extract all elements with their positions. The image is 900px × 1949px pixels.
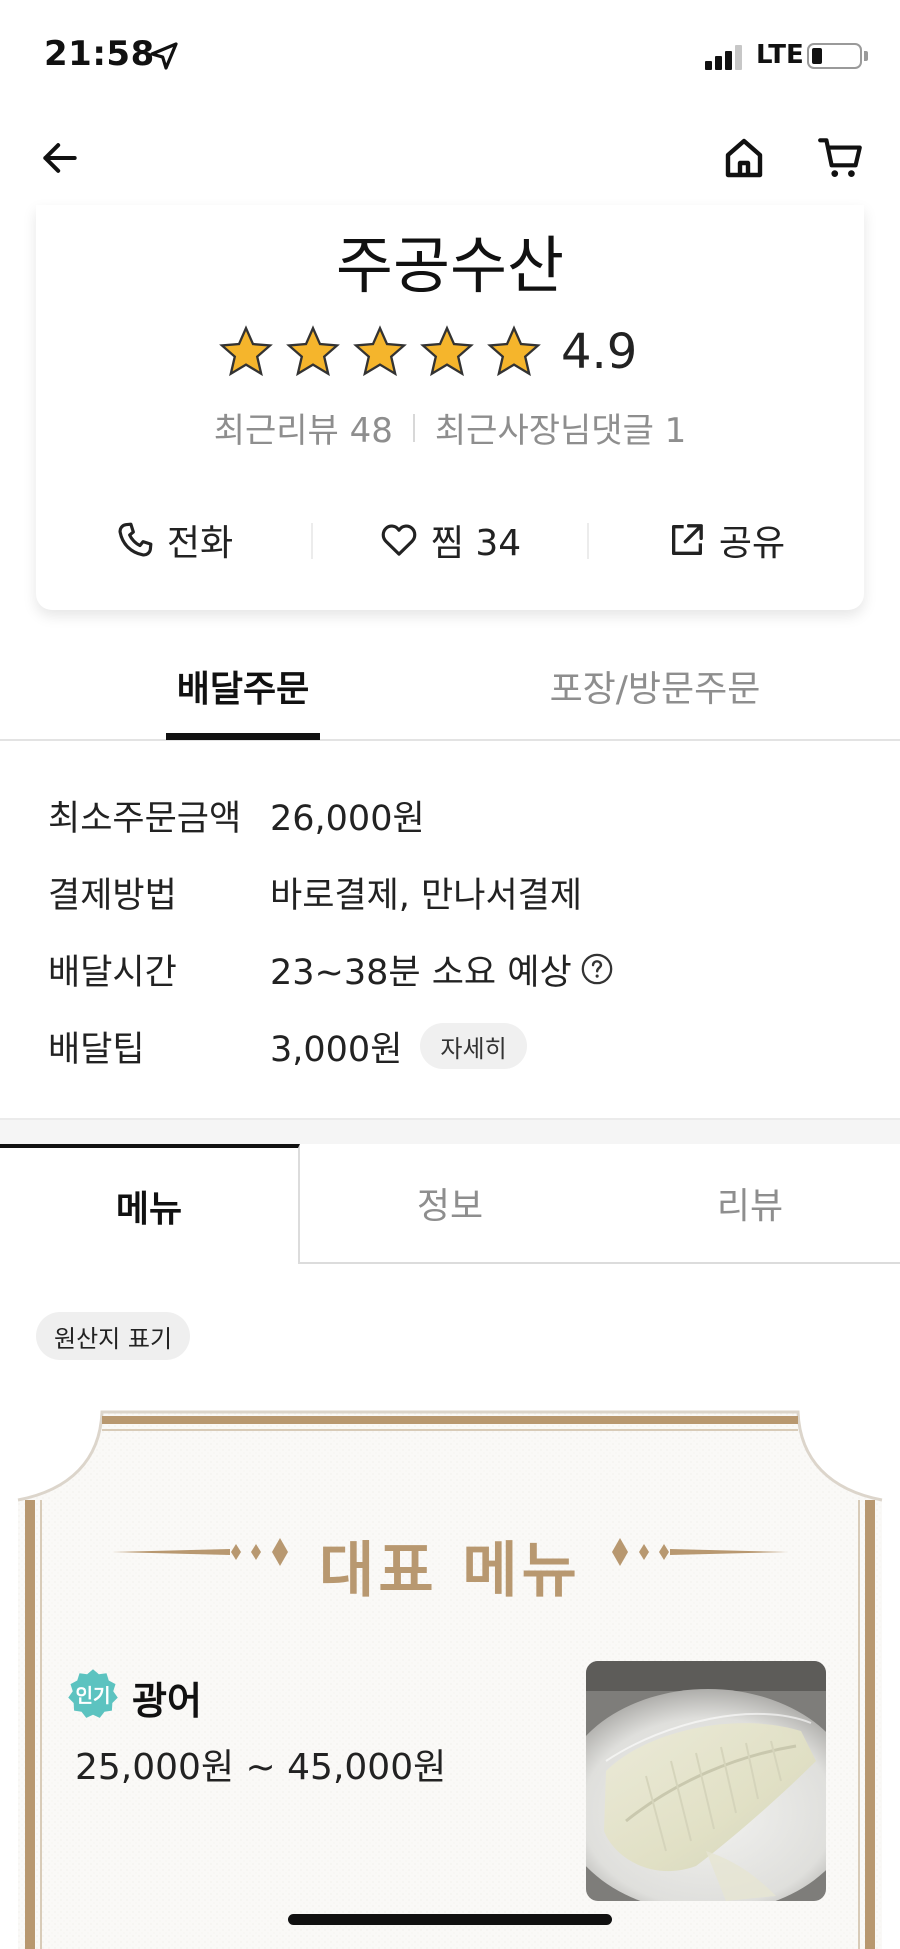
recent-reviews-link[interactable]: 최근리뷰 48: [214, 403, 393, 452]
info-label: 결제방법: [48, 875, 177, 916]
star-icon: [487, 325, 541, 377]
call-label: 전화: [166, 523, 234, 564]
favorite-label: 찜 34: [430, 523, 522, 564]
tab-info[interactable]: 정보: [300, 1144, 600, 1264]
menu-item-name[interactable]: 광어: [132, 1670, 202, 1725]
home-icon: [725, 138, 763, 178]
share-button[interactable]: 공유: [588, 514, 864, 566]
featured-menu-title: 대표 메뉴: [319, 1536, 581, 1606]
phone-icon: [118, 522, 153, 557]
status-time: 21:58: [44, 34, 155, 74]
featured-menu-section: 대표 메뉴 인기 광어 25,000원 ~ 45,000원: [0, 1400, 900, 1949]
menu-item-price: 25,000원 ~ 45,000원: [75, 1747, 447, 1788]
battery-icon: [807, 43, 862, 69]
section-divider: [0, 1118, 900, 1144]
info-row-delivery-time: 배달시간 23~38분 소요 예상: [48, 944, 614, 994]
call-button[interactable]: 전화: [36, 514, 312, 566]
star-icon: [286, 325, 340, 377]
star-icon: [219, 325, 273, 377]
store-card: 주공수산 4.9 최근리뷰 48 최근사장님댓글 1 전화 찜 34 공유: [36, 205, 864, 610]
info-label: 배달팁: [48, 1029, 145, 1070]
divider: [311, 523, 313, 559]
divider: [587, 523, 589, 559]
info-row-delivery-tip: 배달팁 3,000원 자세히: [48, 1021, 527, 1071]
info-row-payment: 결제방법 바로결제, 만나서결제: [48, 867, 582, 917]
tab-menu[interactable]: 메뉴: [0, 1144, 300, 1264]
fish-fillet-image: [586, 1661, 826, 1901]
tab-review[interactable]: 리뷰: [600, 1144, 900, 1264]
menu-item-photo[interactable]: [586, 1661, 826, 1901]
share-icon: [671, 524, 703, 555]
home-indicator: [288, 1914, 612, 1925]
info-value: 바로결제, 만나서결제: [270, 875, 583, 916]
store-actions: 전화 찜 34 공유: [36, 505, 864, 575]
rating-row: 4.9: [218, 317, 637, 387]
info-value: 23~38분 소요 예상: [270, 952, 572, 993]
cart-icon: [818, 138, 862, 177]
star-icon: [420, 325, 474, 377]
review-summary: 최근리뷰 48 최근사장님댓글 1: [36, 403, 864, 452]
info-row-min-order: 최소주문금액 26,000원: [48, 790, 425, 840]
share-label: 공유: [718, 523, 786, 564]
owner-replies-link[interactable]: 최근사장님댓글 1: [435, 403, 686, 452]
info-label: 배달시간: [48, 952, 177, 993]
popular-badge-label: 인기: [75, 1684, 111, 1707]
info-value: 3,000원: [270, 1029, 403, 1070]
store-name: 주공수산: [335, 229, 565, 302]
origin-label-button[interactable]: 원산지 표기: [36, 1312, 191, 1360]
tab-delivery-order[interactable]: 배달주문: [166, 660, 320, 740]
help-icon[interactable]: [580, 952, 614, 986]
arrow-left-icon: [43, 143, 77, 173]
tab-pickup-order[interactable]: 포장/방문주문: [540, 660, 770, 740]
info-value: 26,000원: [270, 798, 425, 839]
heart-icon: [381, 524, 417, 556]
home-button[interactable]: [716, 130, 772, 186]
favorite-button[interactable]: 찜 34: [312, 514, 588, 566]
signal-strength-icon: [705, 44, 745, 70]
rating-value: 4.9: [561, 324, 638, 380]
location-arrow-icon: [150, 42, 178, 70]
star-icon: [353, 325, 407, 377]
delivery-tip-detail-button[interactable]: 자세히: [420, 1023, 527, 1069]
status-bar: 21:58 LTE: [0, 0, 900, 110]
cart-button[interactable]: [813, 130, 869, 186]
divider: [412, 413, 415, 442]
store-content-tabs: 메뉴 정보 리뷰: [0, 1144, 900, 1264]
top-nav: [0, 110, 900, 210]
network-label: LTE: [756, 40, 804, 70]
info-label: 최소주문금액: [48, 798, 242, 839]
back-button[interactable]: [32, 130, 88, 186]
order-type-tabs: 배달주문 포장/방문주문: [0, 660, 900, 741]
